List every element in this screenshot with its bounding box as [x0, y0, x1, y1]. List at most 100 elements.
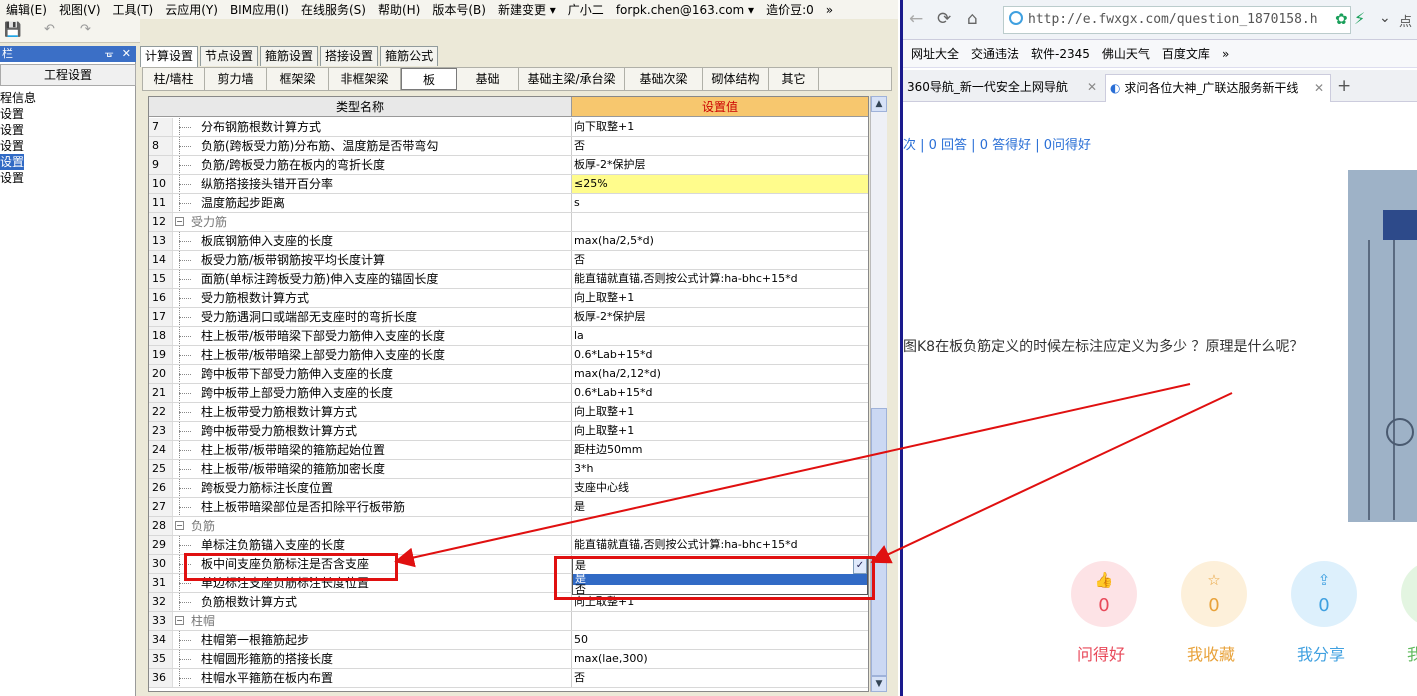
component-subtab[interactable]: 其它 — [769, 68, 819, 90]
row-value-cell[interactable]: 能直锚就直锚,否则按公式计算:ha-bhc+15*d — [572, 536, 868, 554]
bookmark-item[interactable]: 软件-2345 — [1031, 45, 1090, 62]
component-subtab[interactable]: 柱/墙柱 — [143, 68, 205, 90]
row-name-cell[interactable]: 柱上板带/板带暗梁的箍筋加密长度 — [173, 460, 572, 478]
action-button[interactable]: ⇪ 0 — [1291, 561, 1357, 627]
row-value-cell[interactable]: 向上取整+1 — [572, 422, 868, 440]
nav-item[interactable]: 设置 — [0, 122, 24, 138]
row-name-cell[interactable]: 跨板受力筋标注长度位置 — [173, 479, 572, 497]
action-button[interactable]: ☆ 0 — [1181, 561, 1247, 627]
table-row[interactable]: 12− 受力筋 — [149, 213, 868, 232]
row-name-cell[interactable]: − 负筋 — [173, 517, 572, 535]
browser-tab-question[interactable]: ◐ 求问各位大神_广联达服务新干线 ✕ — [1105, 74, 1331, 102]
row-name-cell[interactable]: 分布钢筋根数计算方式 — [173, 118, 572, 136]
component-subtab[interactable]: 剪力墙 — [205, 68, 267, 90]
close-tab-icon[interactable]: ✕ — [1314, 75, 1324, 101]
nav-item[interactable]: 设置 — [0, 138, 24, 154]
menu-item[interactable]: 云应用(Y) — [159, 1, 224, 18]
row-value-cell[interactable]: 板厚-2*保护层 — [572, 156, 868, 174]
row-value-cell[interactable] — [572, 517, 868, 535]
row-value-cell[interactable]: 是 — [572, 498, 868, 516]
row-value-cell[interactable]: max(ha/2,5*d) — [572, 232, 868, 250]
back-icon[interactable]: ← — [909, 9, 923, 29]
row-value-cell[interactable] — [572, 612, 868, 630]
dropdown-chevron-icon[interactable]: ⌄ — [1379, 10, 1391, 26]
row-name-cell[interactable]: − 受力筋 — [173, 213, 572, 231]
table-row[interactable]: 25 柱上板带/板带暗梁的箍筋加密长度 3*h — [149, 460, 868, 479]
row-value-cell[interactable]: 0.6*Lab+15*d — [572, 384, 868, 402]
row-value-cell[interactable]: s — [572, 194, 868, 212]
table-row[interactable]: 20 跨中板带下部受力筋伸入支座的长度 max(ha/2,12*d) — [149, 365, 868, 384]
lightning-icon[interactable]: ⚡ — [1354, 9, 1365, 28]
row-name-cell[interactable]: 负筋根数计算方式 — [173, 593, 572, 611]
table-row[interactable]: 17 受力筋遇洞口或端部无支座时的弯折长度 板厚-2*保护层 — [149, 308, 868, 327]
nav-item[interactable]: 设置 — [0, 106, 24, 122]
menu-item[interactable]: 帮助(H) — [372, 1, 426, 18]
table-row[interactable]: 34 柱帽第一根箍筋起步 50 — [149, 631, 868, 650]
row-name-cell[interactable]: 柱上板带暗梁部位是否扣除平行板带筋 — [173, 498, 572, 516]
action-label[interactable]: 我收藏 — [1187, 641, 1235, 665]
table-row[interactable]: 23 跨中板带受力筋根数计算方式 向上取整+1 — [149, 422, 868, 441]
bookmark-item[interactable]: 交通违法 — [971, 45, 1019, 62]
table-row[interactable]: 22 柱上板带受力筋根数计算方式 向上取整+1 — [149, 403, 868, 422]
close-icon[interactable]: ✕ — [122, 46, 131, 62]
table-row[interactable]: 14 板受力筋/板带钢筋按平均长度计算 否 — [149, 251, 868, 270]
bookmark-item[interactable]: 佛山天气 — [1102, 45, 1150, 62]
nav-item[interactable]: 设置 — [0, 170, 24, 186]
menu-item[interactable]: 造价豆:0 — [760, 1, 820, 18]
row-value-cell[interactable]: max(lae,300) — [572, 650, 868, 668]
menu-item[interactable]: 工具(T) — [107, 1, 160, 18]
row-name-cell[interactable]: 面筋(单标注跨板受力筋)伸入支座的锚固长度 — [173, 270, 572, 288]
bookmark-item[interactable]: » — [1222, 47, 1229, 61]
menu-item[interactable]: 新建变更 ▾ — [492, 1, 562, 18]
component-subtab[interactable]: 基础次梁 — [625, 68, 703, 90]
row-value-cell[interactable]: 向上取整+1 — [572, 289, 868, 307]
table-row[interactable]: 19 柱上板带/板带暗梁上部受力筋伸入支座的长度 0.6*Lab+15*d — [149, 346, 868, 365]
grid-scrollbar[interactable]: ▲ ▼ — [870, 96, 887, 692]
row-value-cell[interactable]: 能直锚就直锚,否则按公式计算:ha-bhc+15*d — [572, 270, 868, 288]
row-value-cell[interactable]: 否 — [572, 137, 868, 155]
row-name-cell[interactable]: 负筋/跨板受力筋在板内的弯折长度 — [173, 156, 572, 174]
row-name-cell[interactable]: 跨中板带上部受力筋伸入支座的长度 — [173, 384, 572, 402]
collapse-icon[interactable]: − — [175, 521, 184, 530]
row-value-cell[interactable]: 3*h — [572, 460, 868, 478]
pin-icon[interactable]: ᚗ — [105, 46, 113, 62]
action-label[interactable]: 问得好 — [1077, 641, 1125, 665]
component-subtab[interactable]: 砌体结构 — [703, 68, 769, 90]
save-icon[interactable]: 💾 — [4, 22, 21, 38]
table-row[interactable]: 33− 柱帽 — [149, 612, 868, 631]
panel-header[interactable]: 工程设置 — [0, 64, 136, 86]
question-photo[interactable] — [1348, 170, 1417, 522]
row-value-cell[interactable]: 距柱边50mm — [572, 441, 868, 459]
row-name-cell[interactable]: 柱上板带/板带暗梁下部受力筋伸入支座的长度 — [173, 327, 572, 345]
row-name-cell[interactable]: 温度筋起步距离 — [173, 194, 572, 212]
row-value-cell[interactable] — [572, 213, 868, 231]
row-value-cell[interactable]: 板厚-2*保护层 — [572, 308, 868, 326]
redo-icon[interactable]: ↷ — [80, 22, 91, 37]
table-row[interactable]: 8 负筋(跨板受力筋)分布筋、温度筋是否带弯勾 否 — [149, 137, 868, 156]
row-value-cell[interactable]: 否 — [572, 251, 868, 269]
bookmark-item[interactable]: 百度文库 — [1162, 45, 1210, 62]
row-value-cell[interactable]: 向下取整+1 — [572, 118, 868, 136]
row-name-cell[interactable]: 受力筋根数计算方式 — [173, 289, 572, 307]
component-subtab[interactable]: 基础 — [457, 68, 519, 90]
menu-item[interactable]: 在线服务(S) — [295, 1, 372, 18]
menu-item[interactable]: » — [820, 3, 839, 17]
browser-tab-360[interactable]: 360导航_新一代安全上网导航 ✕ — [903, 74, 1101, 102]
menu-item[interactable]: BIM应用(I) — [224, 1, 295, 18]
menu-item[interactable]: 编辑(E) — [0, 1, 53, 18]
row-value-cell[interactable]: 0.6*Lab+15*d — [572, 346, 868, 364]
action-label[interactable]: 我分享 — [1297, 641, 1345, 665]
table-row[interactable]: 7 分布钢筋根数计算方式 向下取整+1 — [149, 118, 868, 137]
row-name-cell[interactable]: 负筋(跨板受力筋)分布筋、温度筋是否带弯勾 — [173, 137, 572, 155]
row-value-cell[interactable]: 否 — [572, 669, 868, 687]
menu-item[interactable]: 广小二 — [562, 1, 610, 18]
action-button[interactable] — [1401, 561, 1417, 627]
table-row[interactable]: 21 跨中板带上部受力筋伸入支座的长度 0.6*Lab+15*d — [149, 384, 868, 403]
row-value-cell[interactable]: max(ha/2,12*d) — [572, 365, 868, 383]
table-row[interactable]: 16 受力筋根数计算方式 向上取整+1 — [149, 289, 868, 308]
table-row[interactable]: 11 温度筋起步距离 s — [149, 194, 868, 213]
table-row[interactable]: 10 纵筋搭接接头错开百分率 ≤25% — [149, 175, 868, 194]
component-subtab[interactable]: 基础主梁/承台梁 — [519, 68, 625, 90]
row-name-cell[interactable]: 柱帽水平箍筋在板内布置 — [173, 669, 572, 687]
table-row[interactable]: 18 柱上板带/板带暗梁下部受力筋伸入支座的长度 la — [149, 327, 868, 346]
